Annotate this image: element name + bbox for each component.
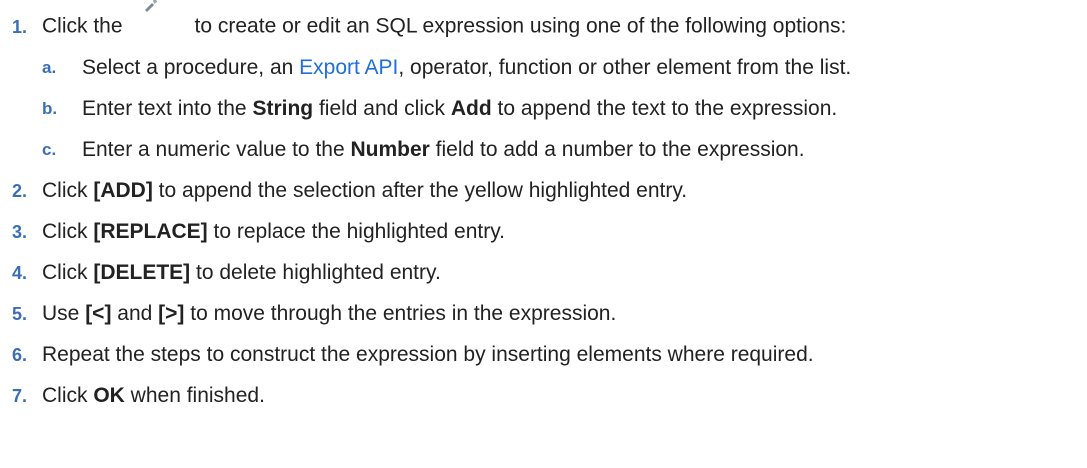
- step-number: 3.: [12, 221, 28, 242]
- step-text: Repeat the steps to construct the expres…: [42, 343, 814, 366]
- step-4: 4. Click [DELETE] to delete highlighted …: [0, 258, 441, 288]
- substep-b: b. Enter text into the String field and …: [42, 94, 837, 124]
- substep-letter: a.: [42, 58, 57, 77]
- step-2: 2. Click [ADD] to append the selection a…: [0, 176, 687, 206]
- step-number: 6.: [12, 344, 28, 365]
- step-text: Click the to create or edit an SQL expres…: [42, 0, 846, 42]
- step-1: 1. Click the to create or edit an SQL exp…: [0, 0, 846, 42]
- step-text: Click OK when finished.: [42, 384, 265, 407]
- step-number: 5.: [12, 303, 28, 324]
- step-number: 2.: [12, 180, 28, 201]
- step-number: 7.: [12, 385, 28, 406]
- step-6: 6. Repeat the steps to construct the exp…: [0, 340, 814, 370]
- substep-text: Enter text into the String field and cli…: [82, 97, 838, 120]
- step-3: 3. Click [REPLACE] to replace the highli…: [0, 217, 505, 247]
- step-text: Use [<] and [>] to move through the entr…: [42, 302, 617, 325]
- step-number: 1.: [12, 16, 28, 37]
- step-number: 4.: [12, 262, 28, 283]
- substep-letter: b.: [42, 99, 58, 118]
- substep-text: Enter a numeric value to the Number fiel…: [82, 138, 805, 161]
- step-text: Click [REPLACE] to replace the highlight…: [42, 220, 505, 243]
- step-7: 7. Click OK when finished.: [0, 381, 265, 411]
- step-text: Click [DELETE] to delete highlighted ent…: [42, 261, 441, 284]
- expression-editor-icon[interactable]: [129, 0, 189, 42]
- step-5: 5. Use [<] and [>] to move through the e…: [0, 299, 616, 329]
- step-text: Click [ADD] to append the selection afte…: [42, 179, 688, 202]
- substep-text: Select a procedure, an Export API, opera…: [82, 56, 852, 79]
- substep-c: c. Enter a numeric value to the Number f…: [42, 135, 805, 165]
- substep-a: a. Select a procedure, an Export API, op…: [42, 53, 851, 83]
- export-api-link[interactable]: Export API: [299, 56, 398, 79]
- substep-letter: c.: [42, 140, 57, 159]
